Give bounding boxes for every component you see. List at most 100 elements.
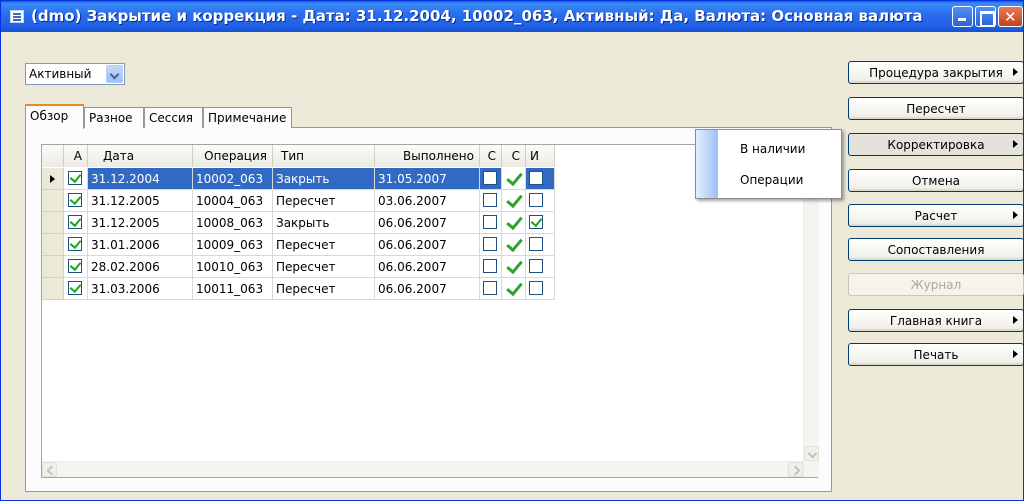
active-cell[interactable]	[64, 168, 88, 190]
column-header[interactable]: И	[526, 145, 555, 167]
column-header[interactable]: Операция	[193, 145, 273, 167]
row-selector[interactable]	[42, 256, 64, 278]
type-cell[interactable]: Пересчет	[273, 278, 375, 300]
c1-cell[interactable]	[480, 190, 502, 212]
type-cell[interactable]: Пересчет	[273, 190, 375, 212]
horizontal-scrollbar[interactable]	[42, 461, 803, 477]
operation-cell[interactable]: 10011_063	[193, 278, 273, 300]
i-cell[interactable]	[526, 168, 555, 190]
done-date-cell[interactable]: 06.06.2007	[375, 256, 480, 278]
done-date-cell[interactable]: 31.05.2007	[375, 168, 480, 190]
chevron-down-icon[interactable]	[106, 65, 123, 83]
table-row[interactable]: 31.03.2006 10011_063 Пересчет 06.06.2007	[42, 278, 555, 300]
menu-item-operations[interactable]: Операции	[740, 173, 803, 187]
operation-cell[interactable]: 10004_063	[193, 190, 273, 212]
recalc-button[interactable]: Пересчет	[848, 97, 1024, 120]
operation-cell[interactable]: 10009_063	[193, 234, 273, 256]
active-cell[interactable]	[64, 278, 88, 300]
i-checkbox[interactable]	[529, 237, 543, 251]
active-checkbox[interactable]	[68, 193, 82, 207]
c1-checkbox[interactable]	[483, 171, 497, 185]
i-cell[interactable]	[526, 234, 555, 256]
column-header[interactable]: Выполнено	[375, 145, 480, 167]
i-checkbox[interactable]	[529, 281, 543, 295]
active-checkbox[interactable]	[68, 281, 82, 295]
active-cell[interactable]	[64, 256, 88, 278]
c2-cell[interactable]	[502, 278, 526, 300]
c1-checkbox[interactable]	[483, 259, 497, 273]
i-checkbox[interactable]	[529, 193, 543, 207]
i-cell[interactable]	[526, 256, 555, 278]
column-header[interactable]: Тип	[273, 145, 375, 167]
print-button[interactable]: Печать	[848, 343, 1024, 366]
maximize-button[interactable]	[975, 6, 996, 27]
minimize-button[interactable]	[952, 6, 973, 27]
tab-misc[interactable]: Разное	[84, 107, 144, 128]
scroll-right-icon[interactable]	[788, 462, 803, 477]
c1-checkbox[interactable]	[483, 215, 497, 229]
tab-overview[interactable]: Обзор	[25, 104, 84, 129]
date-cell[interactable]: 31.12.2005	[88, 212, 193, 234]
done-date-cell[interactable]: 06.06.2007	[375, 212, 480, 234]
column-header[interactable]: А	[64, 145, 88, 167]
tab-note[interactable]: Примечание	[203, 107, 292, 128]
active-cell[interactable]	[64, 234, 88, 256]
scroll-down-icon[interactable]	[804, 446, 819, 461]
active-cell[interactable]	[64, 212, 88, 234]
c1-cell[interactable]	[480, 278, 502, 300]
i-checkbox[interactable]	[529, 215, 543, 229]
done-date-cell[interactable]: 03.06.2007	[375, 190, 480, 212]
i-cell[interactable]	[526, 278, 555, 300]
c1-cell[interactable]	[480, 234, 502, 256]
c1-checkbox[interactable]	[483, 281, 497, 295]
table-row[interactable]: 31.12.2005 10008_063 Закрыть 06.06.2007	[42, 212, 555, 234]
c2-cell[interactable]	[502, 168, 526, 190]
operation-cell[interactable]: 10010_063	[193, 256, 273, 278]
date-cell[interactable]: 31.12.2005	[88, 190, 193, 212]
c1-checkbox[interactable]	[483, 237, 497, 251]
tab-session[interactable]: Сессия	[144, 107, 203, 128]
operation-cell[interactable]: 10002_063	[193, 168, 273, 190]
current-row-arrow-icon[interactable]	[42, 168, 64, 190]
i-checkbox[interactable]	[529, 259, 543, 273]
i-cell[interactable]	[526, 212, 555, 234]
close-procedure-button[interactable]: Процедура закрытия	[848, 61, 1024, 84]
matching-button[interactable]: Сопоставления	[848, 238, 1024, 261]
i-cell[interactable]	[526, 190, 555, 212]
menu-item-in-stock[interactable]: В наличии	[740, 142, 805, 156]
row-selector[interactable]	[42, 190, 64, 212]
status-filter-select[interactable]: Активный	[25, 63, 125, 85]
title-bar[interactable]: (dmo) Закрытие и коррекция - Дата: 31.12…	[1, 1, 1023, 32]
close-button[interactable]	[998, 6, 1023, 27]
scroll-left-icon[interactable]	[42, 462, 57, 477]
type-cell[interactable]: Закрыть	[273, 212, 375, 234]
type-cell[interactable]: Пересчет	[273, 256, 375, 278]
type-cell[interactable]: Пересчет	[273, 234, 375, 256]
cancel-button[interactable]: Отмена	[848, 169, 1024, 192]
row-selector[interactable]	[42, 234, 64, 256]
date-cell[interactable]: 31.01.2006	[88, 234, 193, 256]
c2-cell[interactable]	[502, 212, 526, 234]
c1-checkbox[interactable]	[483, 193, 497, 207]
column-header[interactable]: С	[502, 145, 526, 167]
calculation-button[interactable]: Расчет	[848, 204, 1024, 227]
type-cell[interactable]: Закрыть	[273, 168, 375, 190]
general-ledger-button[interactable]: Главная книга	[848, 309, 1024, 332]
row-selector[interactable]	[42, 278, 64, 300]
c1-cell[interactable]	[480, 212, 502, 234]
active-checkbox[interactable]	[68, 259, 82, 273]
active-checkbox[interactable]	[68, 171, 82, 185]
c2-cell[interactable]	[502, 190, 526, 212]
table-row[interactable]: 31.12.2005 10004_063 Пересчет 03.06.2007	[42, 190, 555, 212]
date-cell[interactable]: 31.12.2004	[88, 168, 193, 190]
column-header[interactable]: С	[480, 145, 502, 167]
i-checkbox[interactable]	[529, 171, 543, 185]
c1-cell[interactable]	[480, 256, 502, 278]
table-row[interactable]: 28.02.2006 10010_063 Пересчет 06.06.2007	[42, 256, 555, 278]
adjustment-button[interactable]: Корректировка	[848, 133, 1024, 156]
operation-cell[interactable]: 10008_063	[193, 212, 273, 234]
c2-cell[interactable]	[502, 256, 526, 278]
done-date-cell[interactable]: 06.06.2007	[375, 234, 480, 256]
date-cell[interactable]: 28.02.2006	[88, 256, 193, 278]
active-checkbox[interactable]	[68, 215, 82, 229]
